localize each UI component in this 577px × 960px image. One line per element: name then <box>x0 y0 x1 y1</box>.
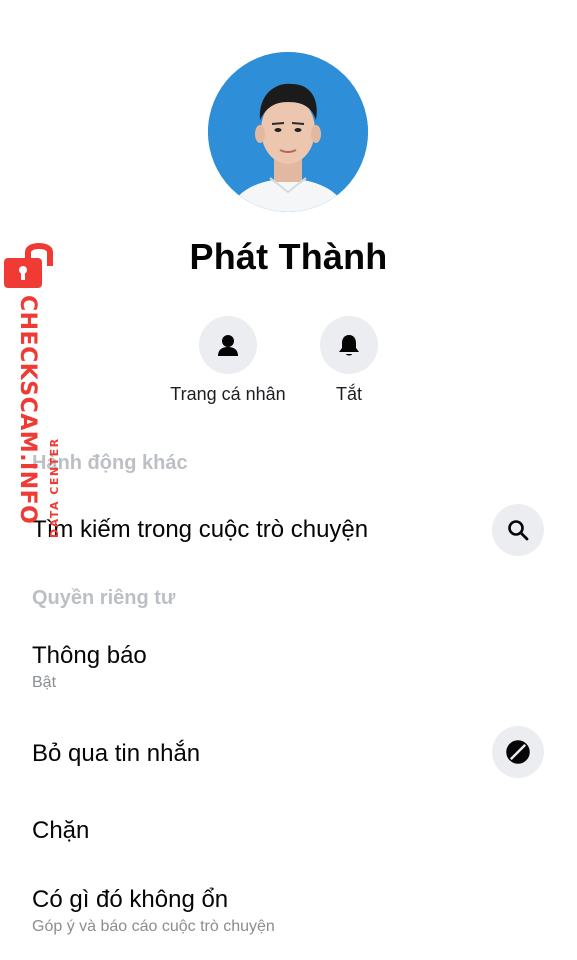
watermark: CHECKSCAM.INFO DATA CENTER <box>0 240 70 538</box>
ignore-messages-label: Bỏ qua tin nhắn <box>32 740 201 767</box>
notifications-row[interactable]: Thông báo Bật <box>32 642 544 692</box>
bell-icon <box>320 316 378 374</box>
ignore-icon[interactable] <box>492 726 544 778</box>
mute-button[interactable]: Tắt <box>279 316 419 405</box>
ignore-messages-row[interactable]: Bỏ qua tin nhắn <box>32 726 544 778</box>
section-header-other-actions: Hành động khác <box>32 452 188 474</box>
mute-button-label: Tắt <box>335 384 362 404</box>
notifications-label: Thông báo <box>32 642 147 669</box>
profile-name: Phát Thành <box>189 236 388 277</box>
search-in-conversation-row[interactable]: Tìm kiếm trong cuộc trò chuyện <box>32 504 544 556</box>
report-label: Có gì đó không ổn <box>32 886 229 913</box>
search-icon[interactable] <box>492 504 544 556</box>
report-row[interactable]: Có gì đó không ổn Góp ý và báo cáo cuộc … <box>32 886 544 936</box>
profile-button-label: Trang cá nhân <box>170 384 286 404</box>
block-row[interactable]: Chặn <box>32 817 544 845</box>
notifications-status: Bật <box>32 674 57 691</box>
avatar[interactable] <box>208 52 368 212</box>
watermark-main-text: CHECKSCAM.INFO <box>15 295 40 525</box>
search-in-conversation-label: Tìm kiếm trong cuộc trò chuyện <box>32 516 369 543</box>
profile-button[interactable]: Trang cá nhân <box>158 316 298 405</box>
report-description: Góp ý và báo cáo cuộc trò chuyện <box>32 918 275 935</box>
profile-icon <box>199 316 257 374</box>
section-header-privacy: Quyền riêng tư <box>32 587 176 609</box>
block-label: Chặn <box>32 817 90 844</box>
